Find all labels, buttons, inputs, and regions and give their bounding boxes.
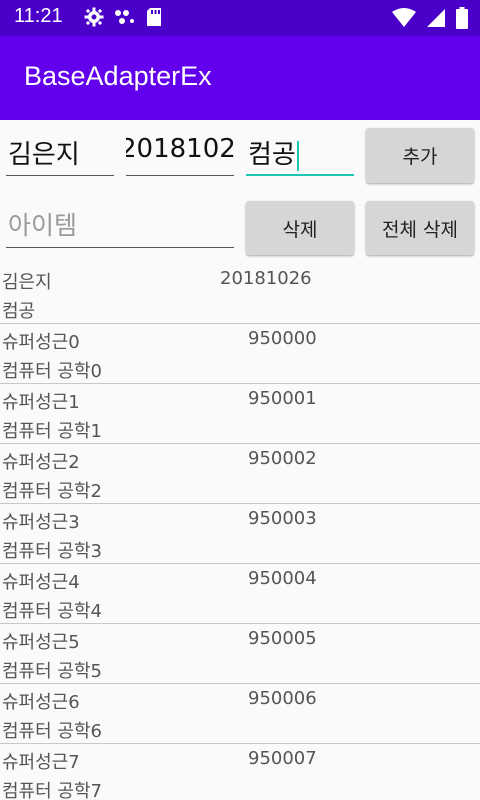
dept-field-text: 컴공	[248, 134, 299, 171]
number-field-underline	[126, 175, 234, 176]
list-item-dept: 컴퓨터 공학1	[2, 421, 102, 442]
status-icons-right	[392, 7, 468, 33]
signal-icon	[426, 8, 446, 32]
number-field-value: 20181026	[126, 134, 234, 164]
text-cursor	[296, 140, 299, 171]
list-item-dept: 컴퓨터 공학4	[2, 601, 102, 622]
list-item-dept: 컴퓨터 공학2	[2, 481, 102, 502]
list-item[interactable]: 슈퍼성근1 950001 컴퓨터 공학1	[0, 384, 480, 444]
list-item-number: 950001	[248, 388, 317, 409]
name-field-underline	[6, 175, 114, 176]
list-item-number: 950007	[248, 748, 317, 769]
list-item-dept: 컴퓨터 공학3	[2, 541, 102, 562]
list-item[interactable]: 슈퍼성근6 950006 컴퓨터 공학6	[0, 684, 480, 744]
list-item-dept: 컴퓨터 공학0	[2, 361, 102, 382]
app-title: BaseAdapterEx	[24, 61, 212, 91]
list-item-number: 950006	[248, 688, 317, 709]
list-item-name: 김은지	[2, 272, 52, 293]
add-button-label: 추가	[402, 146, 438, 168]
list-item[interactable]: 슈퍼성근3 950003 컴퓨터 공학3	[0, 504, 480, 564]
number-field[interactable]: 20181026	[126, 120, 234, 176]
wifi-icon	[392, 8, 416, 32]
delete-all-button[interactable]: 전체 삭제	[366, 201, 474, 255]
list-item-dept: 컴퓨터 공학5	[2, 661, 102, 682]
student-list[interactable]: 김은지 20181026 컴공슈퍼성근0 950000 컴퓨터 공학0 슈퍼성근1 9500…	[0, 264, 480, 800]
list-item[interactable]: 슈퍼성근2 950002 컴퓨터 공학2	[0, 444, 480, 504]
list-item-name: 슈퍼성근1	[2, 392, 80, 413]
list-item-number: 950004	[248, 568, 317, 589]
delete-all-button-label: 전체 삭제	[382, 218, 458, 241]
dept-field[interactable]: 컴공	[246, 120, 354, 176]
app-bar: BaseAdapterEx	[0, 36, 480, 120]
status-icons-left	[84, 7, 162, 31]
list-item[interactable]: 슈퍼성근4 950004 컴퓨터 공학4	[0, 564, 480, 624]
list-item[interactable]: 슈퍼성근7 950007 컴퓨터 공학7	[0, 744, 480, 800]
list-item-number: 950002	[248, 448, 317, 469]
name-field[interactable]: 김은지	[6, 120, 114, 176]
list-item-dept: 컴퓨터 공학6	[2, 721, 102, 742]
item-field[interactable]: 아이템	[6, 192, 234, 248]
list-item[interactable]: 슈퍼성근0 950000 컴퓨터 공학0	[0, 324, 480, 384]
add-button[interactable]: 추가	[366, 128, 474, 183]
dept-field-underline	[246, 174, 354, 176]
status-bar: 11:21	[0, 0, 480, 36]
list-item-dept: 컴퓨터 공학7	[2, 781, 102, 800]
list-item-name: 슈퍼성근6	[2, 692, 80, 713]
list-item-number: 950005	[248, 628, 317, 649]
list-item-name: 슈퍼성근5	[2, 632, 80, 653]
delete-button[interactable]: 삭제	[246, 201, 354, 255]
name-field-value: 김은지	[8, 140, 80, 170]
status-time: 11:21	[14, 5, 63, 27]
list-item-number: 950000	[248, 328, 317, 349]
list-item-number: 950003	[248, 508, 317, 529]
list-item[interactable]: 김은지 20181026 컴공	[0, 264, 480, 324]
dots-icon	[114, 7, 136, 31]
list-item-name: 슈퍼성근2	[2, 452, 80, 473]
list-item-dept: 컴공	[2, 301, 36, 322]
delete-button-label: 삭제	[282, 218, 318, 241]
dept-field-value: 컴공	[248, 140, 296, 170]
item-field-underline	[6, 247, 234, 248]
gear-icon	[84, 7, 104, 31]
list-item-name: 슈퍼성근7	[2, 752, 80, 773]
sd-card-icon	[146, 7, 162, 31]
item-field-placeholder: 아이템	[8, 211, 78, 240]
list-item-name: 슈퍼성근0	[2, 332, 80, 353]
list-item-number: 20181026	[220, 268, 312, 289]
list-item[interactable]: 슈퍼성근5 950005 컴퓨터 공학5	[0, 624, 480, 684]
battery-icon	[456, 7, 468, 33]
list-item-name: 슈퍼성근4	[2, 572, 80, 593]
list-item-name: 슈퍼성근3	[2, 512, 80, 533]
